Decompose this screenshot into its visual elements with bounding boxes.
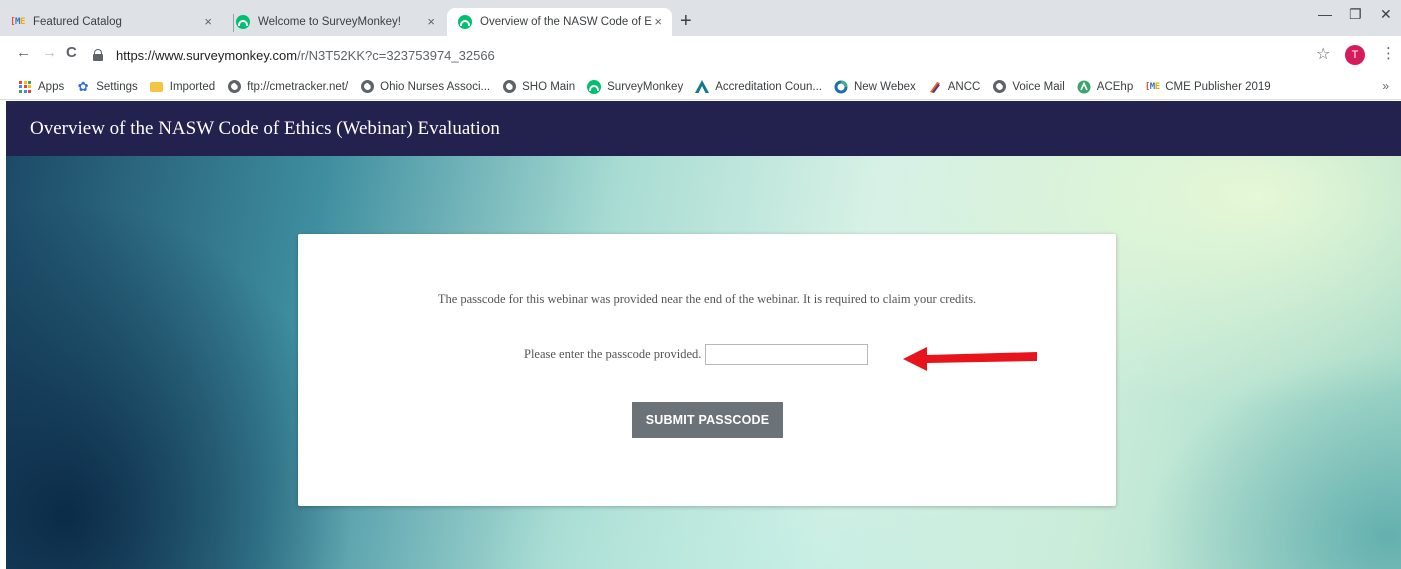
gear-icon: ✿: [77, 78, 89, 94]
survey-title: Overview of the NASW Code of Ethics (Web…: [30, 118, 500, 139]
triangle-icon: [695, 80, 710, 94]
bookmark-label: ANCC: [947, 80, 981, 93]
cme-logo-icon: [M E: [1144, 81, 1160, 92]
browser-tab-strip: [M E Featured Catalog × Welcome to Survey…: [0, 0, 1401, 36]
new-tab-button[interactable]: +: [680, 11, 692, 31]
bookmark-acehp[interactable]: ACEhp: [1077, 80, 1133, 94]
browser-toolbar: ← → C https://www.surveymonkey.com/r/N3T…: [0, 36, 1401, 74]
tab-featured-catalog[interactable]: [M E Featured Catalog ×: [0, 8, 222, 36]
passcode-input[interactable]: [705, 344, 869, 365]
bookmark-label: Imported: [169, 80, 216, 93]
bookmark-label: Voice Mail: [1012, 80, 1065, 93]
tab-welcome-surveymonkey[interactable]: Welcome to SurveyMonkey! ×: [225, 8, 445, 36]
folder-icon: [150, 80, 164, 94]
bookmark-star-icon[interactable]: ☆: [1316, 44, 1330, 64]
surveymonkey-icon: [235, 15, 250, 30]
back-button[interactable]: ←: [16, 44, 31, 61]
tab-close-icon[interactable]: ×: [427, 14, 435, 29]
surveymonkey-icon: [587, 79, 602, 94]
bookmark-apps[interactable]: Apps: [18, 80, 64, 94]
apps-grid-icon: [18, 80, 32, 94]
globe-icon: [227, 80, 241, 94]
red-arrow-annotation: [903, 347, 1037, 371]
bookmark-label: CME Publisher 2019: [1165, 80, 1271, 93]
forward-button[interactable]: →: [42, 44, 57, 61]
cme-logo-icon: [M E: [10, 17, 25, 27]
bookmark-ancc[interactable]: ANCC: [928, 80, 981, 94]
bookmark-sho-main[interactable]: SHO Main: [502, 80, 575, 94]
bookmarks-bar: Apps ✿ Settings Imported ftp://cmetracke…: [0, 74, 1401, 100]
passcode-row: Please enter the passcode provided.: [524, 344, 869, 365]
bookmark-ohio-nurses[interactable]: Ohio Nurses Associ...: [360, 80, 490, 94]
close-window-button[interactable]: ✕: [1380, 6, 1392, 23]
bookmark-new-webex[interactable]: New Webex: [834, 80, 916, 94]
maximize-button[interactable]: ❐: [1349, 6, 1362, 23]
passcode-instructions: The passcode for this webinar was provid…: [437, 292, 977, 306]
profile-avatar[interactable]: T: [1345, 45, 1365, 65]
bookmark-settings[interactable]: ✿ Settings: [76, 78, 138, 94]
passcode-label: Please enter the passcode provided.: [524, 347, 702, 361]
bookmarks-overflow-button[interactable]: »: [1382, 79, 1389, 93]
bookmark-voice-mail[interactable]: Voice Mail: [992, 80, 1065, 94]
bookmark-label: SHO Main: [522, 80, 576, 93]
bookmark-cme-publisher[interactable]: [M E CME Publisher 2019: [1144, 80, 1271, 94]
address-bar[interactable]: https://www.surveymonkey.com/r/N3T52KK?c…: [92, 42, 1292, 68]
ancc-icon: [928, 80, 942, 94]
bookmark-surveymonkey[interactable]: SurveyMonkey: [587, 79, 684, 94]
bookmark-imported[interactable]: Imported: [150, 80, 215, 94]
survey-header: Overview of the NASW Code of Ethics (Web…: [6, 101, 1401, 156]
acehp-icon: [1077, 80, 1091, 94]
reload-button[interactable]: C: [66, 44, 77, 61]
globe-icon: [992, 80, 1006, 94]
surveymonkey-icon: [457, 15, 472, 30]
submit-passcode-button[interactable]: SUBMIT PASSCODE: [632, 402, 783, 438]
globe-icon: [502, 80, 516, 94]
bookmark-label: Ohio Nurses Associ...: [380, 80, 491, 93]
bookmark-label: New Webex: [853, 80, 916, 93]
url-path: /r/N3T52KK?c=323753974_32566: [297, 47, 495, 63]
tab-title: Featured Catalog: [33, 16, 122, 28]
url-host: https://www.surveymonkey.com: [116, 47, 298, 63]
tab-title: Overview of the NASW Code of E: [480, 16, 652, 28]
tab-close-icon[interactable]: ×: [204, 14, 212, 29]
globe-icon: [360, 80, 374, 94]
bookmark-label: ACEhp: [1096, 80, 1134, 93]
minimize-button[interactable]: —: [1318, 6, 1332, 22]
tab-close-icon[interactable]: ×: [654, 14, 662, 29]
browser-menu-icon[interactable]: ⋮: [1381, 44, 1396, 62]
bookmark-label: ftp://cmetracker.net/: [247, 80, 349, 93]
lock-icon: [92, 49, 104, 61]
bookmark-accreditation[interactable]: Accreditation Coun...: [695, 80, 822, 94]
tab-nasw-evaluation-active[interactable]: Overview of the NASW Code of E ×: [447, 8, 672, 36]
bookmark-label: Settings: [96, 80, 138, 93]
bookmark-cmetracker[interactable]: ftp://cmetracker.net/: [227, 80, 348, 94]
bookmark-label: SurveyMonkey: [607, 80, 684, 93]
bookmark-label: Apps: [38, 80, 65, 93]
webex-icon: [834, 80, 848, 94]
tab-title: Welcome to SurveyMonkey!: [258, 16, 401, 28]
bookmark-label: Accreditation Coun...: [715, 80, 822, 93]
